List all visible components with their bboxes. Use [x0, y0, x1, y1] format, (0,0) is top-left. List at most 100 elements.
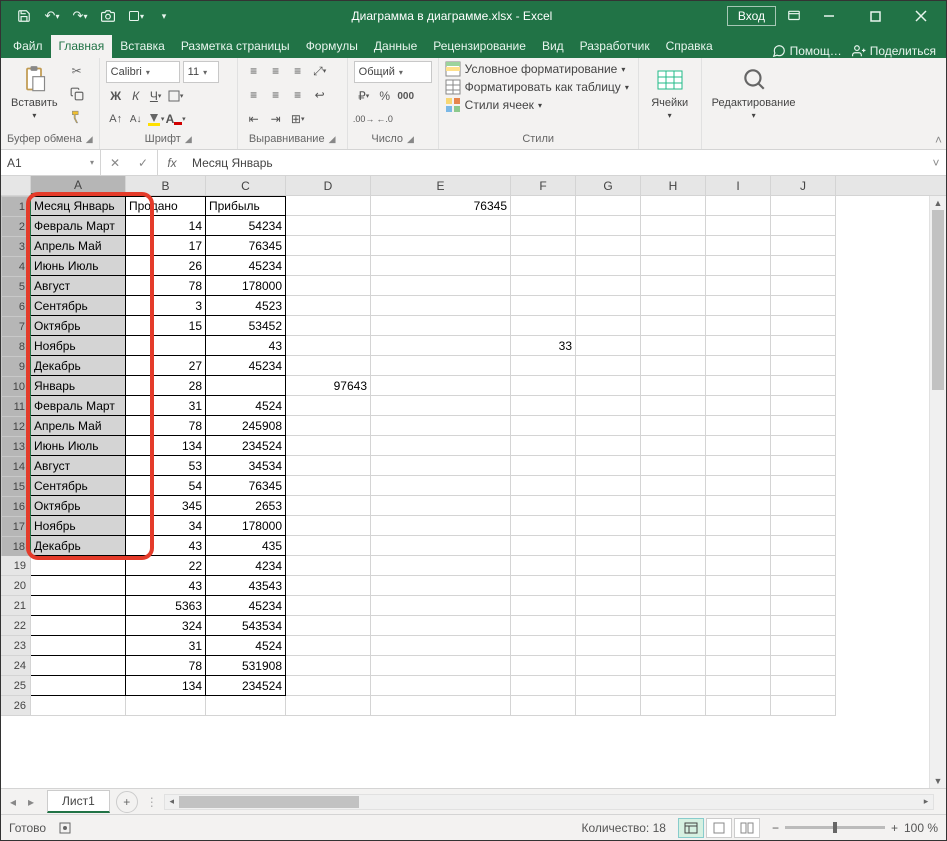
- cell[interactable]: [771, 316, 836, 336]
- tab-page-layout[interactable]: Разметка страницы: [173, 35, 298, 58]
- font-color-button[interactable]: А▾: [166, 109, 186, 129]
- cell[interactable]: 78: [126, 416, 206, 436]
- cell[interactable]: 324: [126, 616, 206, 636]
- zoom-level[interactable]: 100 %: [904, 821, 938, 835]
- cell[interactable]: [641, 676, 706, 696]
- cell[interactable]: 435: [206, 536, 286, 556]
- cell[interactable]: 31: [126, 636, 206, 656]
- cell[interactable]: [286, 616, 371, 636]
- cell[interactable]: [371, 516, 511, 536]
- cell[interactable]: Июнь Июль: [31, 256, 126, 276]
- cell[interactable]: 14: [126, 216, 206, 236]
- cell[interactable]: [576, 436, 641, 456]
- cell[interactable]: [511, 356, 576, 376]
- underline-button[interactable]: Ч▾: [146, 86, 166, 106]
- cell[interactable]: [576, 656, 641, 676]
- cell[interactable]: [641, 696, 706, 716]
- cell[interactable]: [371, 556, 511, 576]
- cell[interactable]: [511, 416, 576, 436]
- cell[interactable]: [771, 676, 836, 696]
- cut-icon[interactable]: ✂: [66, 61, 88, 81]
- cell[interactable]: [771, 236, 836, 256]
- cell[interactable]: [706, 616, 771, 636]
- cell[interactable]: [511, 376, 576, 396]
- share-button[interactable]: Поделиться: [852, 44, 936, 58]
- cell[interactable]: [576, 616, 641, 636]
- cell[interactable]: [706, 336, 771, 356]
- cell[interactable]: [126, 696, 206, 716]
- row-header[interactable]: 22: [1, 616, 31, 636]
- cell[interactable]: [641, 536, 706, 556]
- cell[interactable]: 22: [126, 556, 206, 576]
- scroll-right-icon[interactable]: ▸: [919, 795, 933, 809]
- row-header[interactable]: 1: [1, 196, 31, 218]
- cell[interactable]: [286, 476, 371, 496]
- cell[interactable]: 2653: [206, 496, 286, 516]
- cells-button[interactable]: Ячейки▾: [645, 61, 695, 124]
- page-layout-view-icon[interactable]: [706, 818, 732, 838]
- add-sheet-button[interactable]: +: [116, 791, 138, 813]
- cell[interactable]: [371, 676, 511, 696]
- number-format-select[interactable]: Общий▾: [354, 61, 432, 83]
- cell[interactable]: [126, 336, 206, 356]
- row-header[interactable]: 3: [1, 236, 31, 258]
- cell[interactable]: 4524: [206, 636, 286, 656]
- zoom-in-button[interactable]: +: [891, 821, 898, 835]
- cell[interactable]: [771, 616, 836, 636]
- cell[interactable]: [576, 276, 641, 296]
- cell[interactable]: 31: [126, 396, 206, 416]
- col-header-G[interactable]: G: [576, 176, 641, 195]
- cell[interactable]: 34534: [206, 456, 286, 476]
- scroll-thumb[interactable]: [932, 210, 944, 390]
- cell[interactable]: [371, 336, 511, 356]
- cell[interactable]: [576, 356, 641, 376]
- cell[interactable]: [641, 396, 706, 416]
- tab-help[interactable]: Справка: [658, 35, 721, 58]
- cell[interactable]: 3: [126, 296, 206, 316]
- cell[interactable]: [206, 376, 286, 396]
- cell[interactable]: [706, 476, 771, 496]
- cell[interactable]: [641, 296, 706, 316]
- cell[interactable]: [371, 316, 511, 336]
- cell[interactable]: [286, 536, 371, 556]
- cell[interactable]: [771, 216, 836, 236]
- col-header-A[interactable]: A: [31, 176, 126, 195]
- cell[interactable]: [576, 556, 641, 576]
- cell[interactable]: Месяц Январь: [31, 196, 126, 216]
- expand-formula-bar-icon[interactable]: ˅: [926, 150, 946, 175]
- ribbon-display-icon[interactable]: [782, 4, 806, 28]
- cell[interactable]: [706, 636, 771, 656]
- row-header[interactable]: 14: [1, 456, 31, 478]
- zoom-out-button[interactable]: −: [772, 821, 779, 835]
- cell[interactable]: [286, 316, 371, 336]
- align-top-icon[interactable]: ≡: [244, 61, 264, 81]
- cell[interactable]: 43: [126, 576, 206, 596]
- tab-insert[interactable]: Вставка: [112, 35, 173, 58]
- cell[interactable]: [371, 356, 511, 376]
- row-header[interactable]: 21: [1, 596, 31, 616]
- cell[interactable]: [371, 376, 511, 396]
- name-box[interactable]: A1▾: [1, 150, 101, 175]
- cell[interactable]: [641, 256, 706, 276]
- sheet-tab[interactable]: Лист1: [47, 790, 110, 813]
- cell[interactable]: Ноябрь: [31, 516, 126, 536]
- fill-color-button[interactable]: ▾: [146, 109, 166, 129]
- cell[interactable]: 53452: [206, 316, 286, 336]
- cell[interactable]: [31, 556, 126, 576]
- zoom-slider[interactable]: [785, 826, 885, 829]
- cell[interactable]: 76345: [206, 476, 286, 496]
- cell[interactable]: [641, 356, 706, 376]
- cell[interactable]: [771, 376, 836, 396]
- cell[interactable]: [576, 476, 641, 496]
- cell[interactable]: 33: [511, 336, 576, 356]
- row-header[interactable]: 7: [1, 316, 31, 338]
- font-size-select[interactable]: 11▾: [183, 61, 219, 83]
- col-header-J[interactable]: J: [771, 176, 836, 195]
- cell[interactable]: [706, 576, 771, 596]
- cell[interactable]: 53: [126, 456, 206, 476]
- conditional-formatting-button[interactable]: Условное форматирование▾: [445, 61, 626, 77]
- cell[interactable]: [511, 616, 576, 636]
- cell[interactable]: [576, 336, 641, 356]
- cell[interactable]: [641, 276, 706, 296]
- cell[interactable]: [511, 436, 576, 456]
